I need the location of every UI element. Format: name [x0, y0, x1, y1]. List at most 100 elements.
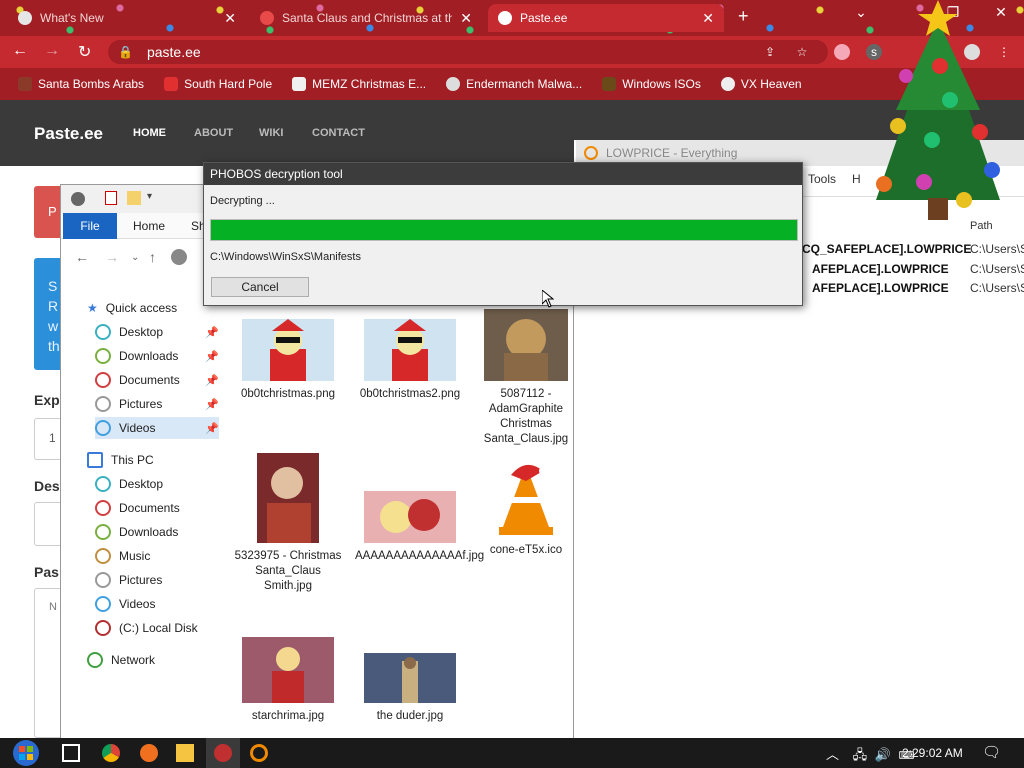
navigation-pane: ★ Quick access Desktop 📌 Downloads 📌 Docume… — [61, 285, 221, 735]
nav-home[interactable]: HOME — [133, 127, 166, 139]
tree-label: Desktop — [119, 325, 164, 339]
clock[interactable]: 2:29:02 AM — [902, 746, 963, 760]
close-icon[interactable]: ✕ — [224, 10, 236, 27]
file-name: AAAAAAAAAAAAAAf.jpg — [355, 550, 485, 562]
bookmark-item[interactable]: Endermanch Malwa... — [446, 77, 582, 91]
bookmark-item[interactable]: MEMZ Christmas E... — [292, 77, 426, 91]
chevron-up-icon[interactable]: ︿ — [826, 747, 839, 762]
chevron-down-icon[interactable]: ⌄ — [131, 252, 139, 263]
snowflake-icon — [260, 11, 274, 25]
result-row-name[interactable]: AFEPLACE].LOWPRICE — [812, 281, 949, 295]
phobos-app-icon[interactable] — [214, 744, 232, 762]
file-item[interactable]: 5087112 - AdamGraphite Christmas Santa_C… — [479, 309, 573, 447]
tree-item[interactable]: Videos 📌 — [95, 417, 219, 439]
search-value: LOWPRICE - Everything — [606, 146, 738, 160]
task-view-icon[interactable] — [62, 744, 80, 762]
dialog-title: PHOBOS decryption tool — [204, 163, 802, 185]
nav-contact[interactable]: CONTACT — [312, 127, 365, 139]
tree-label: Documents — [119, 501, 180, 515]
file-name: 0b0tchristmas.png — [241, 388, 335, 400]
nav-about[interactable]: ABOUT — [194, 127, 233, 139]
firefox-icon[interactable] — [140, 744, 158, 762]
bookmark-item[interactable]: Santa Bombs Arabs — [18, 77, 144, 91]
chevron-down-icon[interactable]: ▾ — [147, 191, 152, 202]
downloads-icon — [95, 348, 111, 364]
start-button[interactable] — [8, 738, 44, 768]
new-tab-button[interactable]: + — [738, 6, 749, 27]
reload-button[interactable]: ↻ — [78, 42, 91, 62]
tree-item[interactable]: Documents 📌 — [95, 369, 219, 391]
cancel-button[interactable]: Cancel — [211, 277, 309, 297]
tree-item[interactable]: (C:) Local Disk — [95, 617, 219, 639]
forward-button[interactable]: → — [44, 42, 60, 60]
tree-item[interactable]: Music — [95, 545, 219, 567]
tree-item[interactable]: Documents — [95, 497, 219, 519]
tree-label: Documents — [119, 373, 180, 387]
file-item[interactable]: starchrima.jpg — [233, 637, 343, 724]
file-item[interactable]: cone-eT5x.ico — [479, 457, 573, 558]
file-item[interactable]: 0b0tchristmas.png — [233, 319, 343, 402]
volume-icon[interactable]: 🔊 — [875, 747, 891, 762]
star-icon[interactable]: ☆ — [794, 44, 810, 60]
new-folder-icon[interactable] — [127, 191, 141, 205]
file-item[interactable]: 5323975 - Christmas Santa_Claus Smith.jp… — [233, 453, 343, 594]
ribbon-home-tab[interactable]: Home — [133, 219, 165, 233]
chrome-icon[interactable] — [102, 744, 120, 762]
bookmark-item[interactable]: South Hard Pole — [164, 77, 272, 91]
tab-whats-new[interactable]: What's New ✕ — [8, 4, 246, 32]
close-icon[interactable]: ✕ — [702, 10, 714, 27]
chrome-icon — [18, 11, 32, 25]
file-name: 0b0tchristmas2.png — [359, 388, 461, 400]
file-item[interactable]: 0b0tchristmas2.png — [355, 319, 465, 402]
tree-item[interactable]: Pictures 📌 — [95, 393, 219, 415]
forward-icon[interactable]: → — [105, 249, 119, 265]
page-icon — [292, 77, 307, 91]
menu-tools[interactable]: Tools H — [808, 172, 861, 186]
extension-flag-icon[interactable] — [834, 44, 850, 60]
bug-icon — [720, 77, 735, 91]
tree-quick-access[interactable]: ★ Quick access — [87, 297, 211, 319]
network-icon — [87, 652, 103, 668]
back-icon[interactable]: ← — [75, 249, 89, 265]
url-text: paste.ee — [146, 44, 201, 60]
result-row-name[interactable]: CQ_SAFEPLACE].LOWPRICE — [802, 242, 971, 256]
tab-title: What's New — [40, 11, 104, 25]
tab-santa[interactable]: Santa Claus and Christmas at the ✕ — [250, 4, 482, 32]
tree-label: Pictures — [119, 397, 163, 411]
file-item[interactable]: AAAAAAAAAAAAAAf.jpg — [355, 491, 484, 564]
pin-icon: 📌 — [205, 326, 219, 339]
bookmark-label: MEMZ Christmas E... — [312, 77, 427, 91]
disk-icon — [95, 620, 111, 636]
tree-network[interactable]: Network — [87, 649, 211, 671]
result-row-name[interactable]: AFEPLACE].LOWPRICE — [812, 262, 949, 276]
tree-item[interactable]: Desktop — [95, 473, 219, 495]
up-icon[interactable]: ↑ — [149, 249, 156, 265]
site-brand[interactable]: Paste.ee — [34, 124, 103, 144]
file-name: starchrima.jpg — [251, 710, 325, 722]
tree-this-pc[interactable]: This PC — [87, 449, 211, 471]
bookmark-item[interactable]: VX Heaven — [720, 77, 802, 91]
tree-item[interactable]: Videos — [95, 593, 219, 615]
close-icon[interactable]: ✕ — [460, 10, 472, 27]
tree-item[interactable]: Desktop 📌 — [95, 321, 219, 343]
everything-search-icon[interactable] — [250, 744, 268, 762]
tab-pasteee[interactable]: Paste.ee ✕ — [488, 4, 724, 32]
current-path: C:\Windows\WinSxS\Manifests — [210, 251, 361, 263]
folder-icon[interactable] — [176, 744, 194, 762]
nav-wiki[interactable]: WIKI — [259, 127, 283, 139]
tree-item[interactable]: Pictures — [95, 569, 219, 591]
network-icon[interactable]: 🖧 — [853, 747, 868, 762]
pin-icon: 📌 — [205, 422, 219, 435]
ribbon-file-tab[interactable]: File — [63, 213, 117, 239]
back-button[interactable]: ← — [12, 42, 28, 60]
file-item[interactable]: the duder.jpg — [355, 653, 465, 724]
address-bar[interactable]: 🔒 paste.ee — [108, 40, 828, 64]
tree-item[interactable]: Downloads — [95, 521, 219, 543]
properties-icon[interactable] — [105, 191, 117, 205]
skull-icon — [446, 77, 461, 91]
share-icon[interactable]: ⇪ — [762, 44, 778, 60]
notification-icon[interactable]: 🗨 — [982, 743, 1001, 761]
tree-label: Quick access — [105, 301, 178, 315]
tree-item[interactable]: Downloads 📌 — [95, 345, 219, 367]
bookmark-item[interactable]: Windows ISOs — [602, 77, 701, 91]
